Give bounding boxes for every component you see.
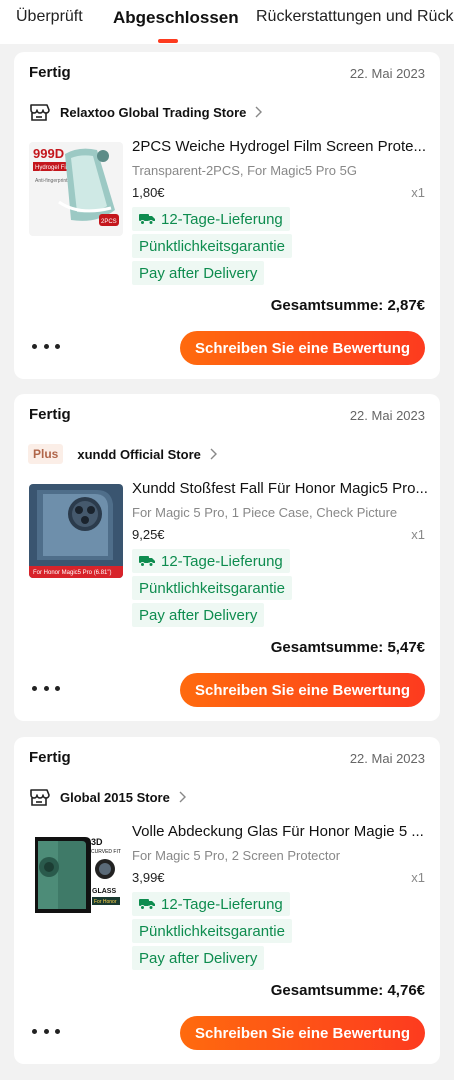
truck-icon: [139, 555, 155, 567]
truck-icon: [139, 898, 155, 910]
product-image[interactable]: 999D Hydrogel Film Anti-fingerprint 2PCS: [29, 142, 123, 236]
order-total: Gesamtsumme: 2,87€: [270, 297, 425, 314]
order-tabs: Überprüft Abgeschlossen Rückerstattungen…: [0, 0, 454, 44]
order-card: Fertig 22. Mai 2023 Relaxtoo Global Trad…: [14, 52, 440, 379]
product-title[interactable]: Volle Abdeckung Glas Für Honor Magie 5 .…: [132, 823, 428, 840]
product-image[interactable]: 3D CURVED FIT GLASS For Honor: [29, 827, 123, 921]
thumb-note: Anti-fingerprint: [35, 178, 68, 184]
store-name: xundd Official Store: [77, 446, 201, 462]
store-name: Relaxtoo Global Trading Store: [60, 104, 247, 120]
store-link[interactable]: Relaxtoo Global Trading Store: [28, 100, 263, 124]
truck-icon: [139, 213, 155, 225]
order-total: Gesamtsumme: 5,47€: [270, 639, 425, 656]
product-variant: For Magic 5 Pro, 2 Screen Protector: [132, 848, 341, 863]
plus-badge: Plus: [28, 444, 64, 464]
punctuality-tag: Pünktlichkeitsgarantie: [132, 919, 292, 943]
thumb-brand: 999D: [33, 146, 64, 161]
chevron-right-icon: [254, 106, 263, 118]
product-title[interactable]: Xundd Stoßfest Fall Für Honor Magic5 Pro…: [132, 480, 428, 497]
thumb-count: 2PCS: [101, 219, 117, 225]
product-price: 3,99€: [132, 870, 165, 885]
store-name: Global 2015 Store: [60, 789, 170, 805]
write-review-button[interactable]: Schreiben Sie eine Bewertung: [180, 673, 425, 707]
order-date: 22. Mai 2023: [349, 66, 425, 81]
store-link[interactable]: Plus xundd Official Store: [28, 442, 217, 466]
chevron-right-icon: [209, 448, 217, 460]
chevron-right-icon: [178, 791, 186, 803]
product-price: 1,80€: [132, 185, 165, 200]
delivery-label: 12-Tage-Lieferung: [161, 210, 283, 228]
thumb-line3: GLASS: [92, 888, 116, 895]
tab-reviewed[interactable]: Überprüft: [16, 8, 83, 26]
product-image[interactable]: For Honor Magic5 Pro (6.81"): [29, 484, 123, 578]
store-link[interactable]: Global 2015 Store: [28, 785, 186, 809]
more-options-icon[interactable]: [32, 332, 60, 360]
thumb-line1: 3D: [91, 837, 103, 847]
order-card: Fertig 22. Mai 2023 Plus xundd Official …: [14, 394, 440, 721]
delivery-label: 12-Tage-Lieferung: [161, 895, 283, 913]
order-status: Fertig: [29, 406, 71, 423]
order-card: Fertig 22. Mai 2023 Global 2015 Store 3D…: [14, 737, 440, 1064]
delivery-label: 12-Tage-Lieferung: [161, 552, 283, 570]
delivery-tag: 12-Tage-Lieferung: [132, 207, 290, 231]
payment-tag: Pay after Delivery: [132, 603, 265, 627]
write-review-button[interactable]: Schreiben Sie eine Bewertung: [180, 1016, 425, 1050]
delivery-tag: 12-Tage-Lieferung: [132, 549, 290, 573]
store-icon: [28, 786, 50, 808]
more-options-icon[interactable]: [32, 1017, 60, 1045]
thumb-line2: CURVED FIT: [91, 849, 121, 855]
product-quantity: x1: [411, 527, 425, 542]
product-variant: For Magic 5 Pro, 1 Piece Case, Check Pic…: [132, 505, 398, 520]
payment-tag: Pay after Delivery: [132, 261, 265, 285]
store-icon: [28, 101, 50, 123]
punctuality-tag: Pünktlichkeitsgarantie: [132, 234, 292, 258]
order-status: Fertig: [29, 749, 71, 766]
order-date: 22. Mai 2023: [349, 751, 425, 766]
thumb-line4: For Honor: [94, 899, 117, 905]
write-review-button[interactable]: Schreiben Sie eine Bewertung: [180, 331, 425, 365]
tab-refunds[interactable]: Rückerstattungen und Rückse: [256, 8, 454, 26]
delivery-tag: 12-Tage-Lieferung: [132, 892, 290, 916]
product-title[interactable]: 2PCS Weiche Hydrogel Film Screen Prote..…: [132, 138, 428, 155]
tab-completed[interactable]: Abgeschlossen: [113, 8, 239, 28]
more-options-icon[interactable]: [32, 674, 60, 702]
order-status: Fertig: [29, 64, 71, 81]
product-variant: Transparent-2PCS, For Magic5 Pro 5G: [132, 163, 357, 178]
order-total: Gesamtsumme: 4,76€: [270, 982, 425, 999]
thumb-caption: For Honor Magic5 Pro (6.81"): [33, 570, 112, 576]
product-quantity: x1: [411, 870, 425, 885]
product-price: 9,25€: [132, 527, 165, 542]
active-tab-indicator: [158, 39, 178, 43]
order-date: 22. Mai 2023: [349, 408, 425, 423]
product-quantity: x1: [411, 185, 425, 200]
payment-tag: Pay after Delivery: [132, 946, 265, 970]
punctuality-tag: Pünktlichkeitsgarantie: [132, 576, 292, 600]
